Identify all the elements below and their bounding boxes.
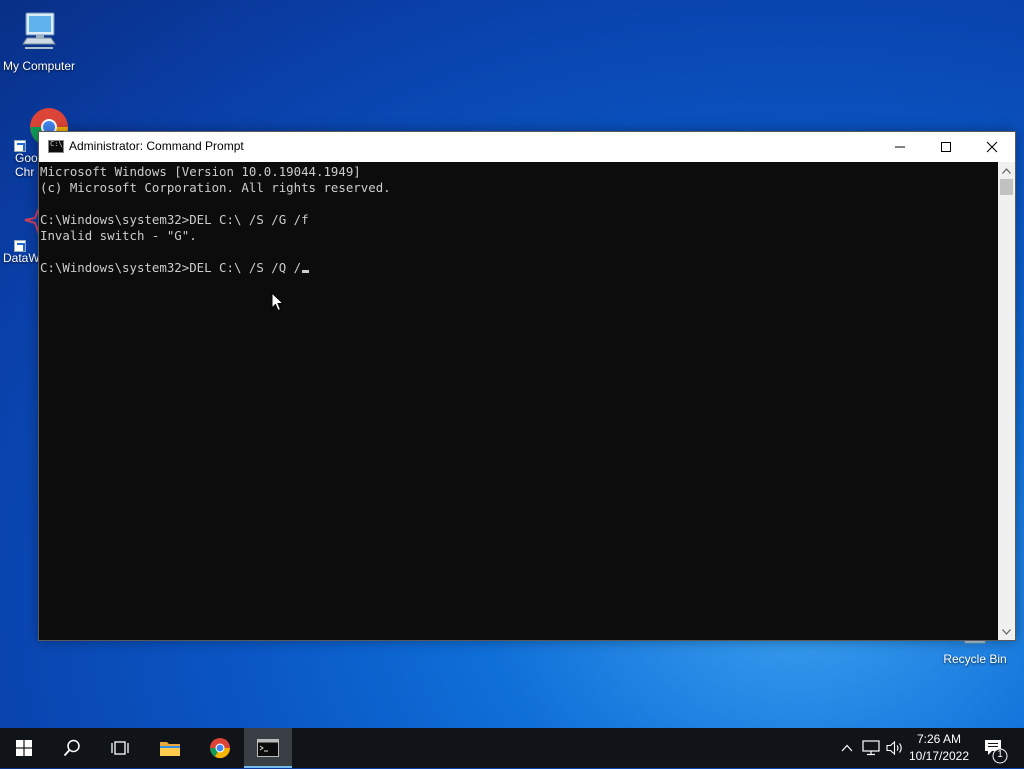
- task-view-button[interactable]: [96, 728, 144, 768]
- shortcut-arrow-icon: [14, 140, 26, 152]
- network-icon: [862, 740, 880, 756]
- vertical-scrollbar[interactable]: [998, 162, 1015, 640]
- cmd-icon: [257, 739, 279, 757]
- network-button[interactable]: [860, 728, 882, 768]
- scroll-down-button[interactable]: [998, 623, 1015, 640]
- close-button[interactable]: [969, 132, 1015, 162]
- text-cursor: [302, 270, 310, 273]
- maximize-button[interactable]: [923, 132, 969, 162]
- search-icon: [63, 739, 80, 757]
- chrome-icon: [210, 738, 231, 759]
- mouse-pointer-icon: [271, 292, 285, 312]
- title-bar[interactable]: Administrator: Command Prompt: [39, 132, 1015, 162]
- shortcut-arrow-icon: [14, 240, 26, 252]
- scroll-up-button[interactable]: [998, 162, 1015, 179]
- desktop-icon-label: My Computer: [2, 59, 76, 73]
- scrollbar-thumb[interactable]: [1000, 179, 1013, 195]
- console-line: C:\Windows\system32>DEL C:\ /S /G /f: [40, 212, 309, 227]
- minimize-icon: [895, 146, 905, 148]
- start-button[interactable]: [0, 728, 48, 768]
- clock-date: 10/17/2022: [908, 749, 970, 763]
- chevron-up-icon: [1002, 167, 1011, 174]
- volume-button[interactable]: [884, 728, 906, 768]
- taskbar: 7:26 AM 10/17/2022: [0, 728, 1024, 768]
- chevron-down-icon: [1002, 628, 1011, 635]
- notification-badge: 1: [992, 748, 1008, 769]
- chrome-taskbar-button[interactable]: [196, 728, 244, 768]
- clock[interactable]: 7:26 AM 10/17/2022: [904, 731, 974, 765]
- desktop-icon-label: Recycle Bin: [943, 652, 1007, 666]
- maximize-icon: [941, 142, 951, 152]
- task-view-icon: [111, 741, 129, 755]
- search-button[interactable]: [48, 728, 96, 768]
- console-output[interactable]: Microsoft Windows [Version 10.0.19044.19…: [39, 162, 999, 640]
- windows-logo-icon: [16, 740, 32, 756]
- close-icon: [986, 141, 998, 153]
- console-input-text[interactable]: C:\Windows\system32>DEL C:\ /S /Q /: [40, 260, 301, 275]
- file-explorer-taskbar-button[interactable]: [146, 728, 194, 768]
- command-prompt-taskbar-button[interactable]: [244, 728, 292, 768]
- window-title: Administrator: Command Prompt: [69, 139, 244, 153]
- folder-icon: [160, 742, 180, 756]
- chevron-up-icon: [841, 744, 853, 752]
- command-prompt-window[interactable]: Administrator: Command Prompt Microsoft …: [38, 131, 1016, 641]
- show-hidden-icons-button[interactable]: [838, 728, 856, 768]
- cmd-icon: [48, 140, 67, 153]
- computer-icon: [22, 12, 56, 49]
- console-line: (c) Microsoft Corporation. All rights re…: [40, 180, 391, 195]
- minimize-button[interactable]: [877, 132, 923, 162]
- console-input-line[interactable]: C:\Windows\system32>DEL C:\ /S /Q /: [40, 260, 999, 276]
- notification-count: 1: [997, 749, 1003, 760]
- console-line: Microsoft Windows [Version 10.0.19044.19…: [40, 164, 361, 179]
- speaker-icon: [886, 740, 902, 756]
- console-line: Invalid switch - "G".: [40, 228, 197, 243]
- clock-time: 7:26 AM: [916, 732, 962, 746]
- desktop-icon-my-computer[interactable]: My Computer: [0, 10, 78, 73]
